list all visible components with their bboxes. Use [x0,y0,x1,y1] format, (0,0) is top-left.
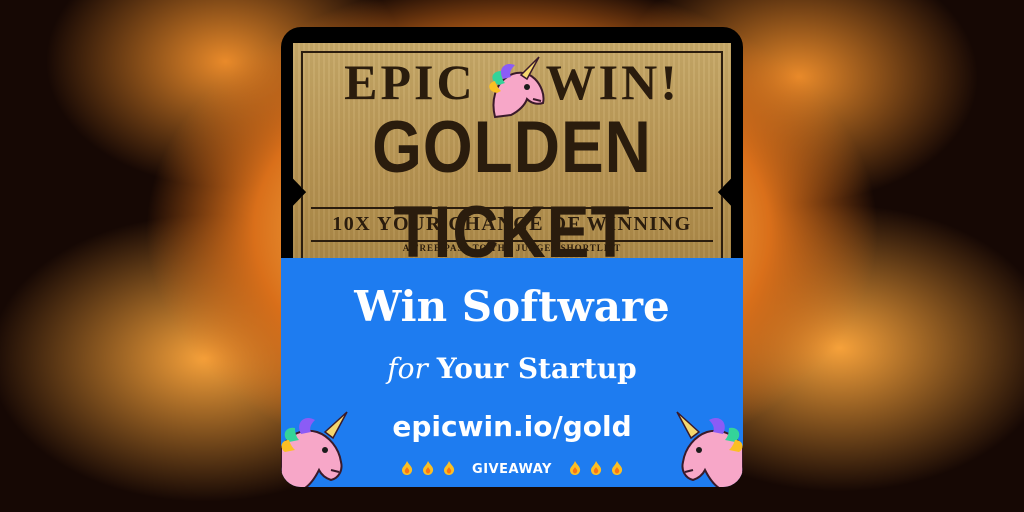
promo-headline: Win Software [354,282,670,331]
ticket-word-left: EPIC [344,54,476,110]
promo-subheadline: for Your Startup [281,352,743,385]
promo-panel: Win Software for Your Startup epicwin.io… [281,258,743,487]
ticket-fineprint: A FREE PASS TO THE JUDGES SHORTLIST [402,243,622,253]
unicorn-icon [281,411,348,487]
fire-icon [401,461,413,475]
giveaway-label: GIVEAWAY [472,462,552,477]
fire-icon [443,461,455,475]
ticket-tagline: 10X YOUR CHANCE OF WINNING [311,207,713,242]
fire-icon [591,461,602,475]
promo-sub-rest: Your Startup [436,352,637,385]
fire-icon [422,461,434,475]
golden-ticket: EPIC WIN! GOLDEN TICKET 10X YOUR CHANCE O… [293,43,731,269]
promo-sub-italic: for [387,352,428,385]
fire-icon [612,461,623,475]
promo-card: EPIC WIN! GOLDEN TICKET 10X YOUR CHANCE O… [281,27,743,487]
fire-icon [570,461,581,475]
unicorn-icon [676,411,743,487]
ticket-word-right: WIN! [545,54,680,110]
